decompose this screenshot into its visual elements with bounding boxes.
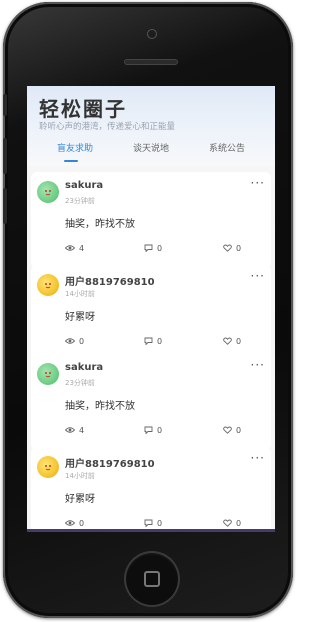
views-count: 0 [79,518,85,528]
likes-count: 0 [236,518,242,528]
phone-volume-up-button [3,138,7,174]
screen-bottom-bar [27,529,275,532]
likes-count: 0 [236,425,242,435]
post-timestamp: 14小时前 [65,472,95,480]
earpiece-speaker [124,59,178,65]
home-button[interactable] [124,551,180,607]
post-username[interactable]: sakura [65,180,103,191]
avatar-face-icon [45,190,51,196]
post-username[interactable]: sakura [65,362,103,373]
post-content: 抽奖，昨找不放 [65,401,135,412]
views-stat: 0 [65,517,84,529]
views-count: 4 [79,425,85,435]
tab-chat[interactable]: 谈天说地 [133,141,169,154]
likes-stat[interactable]: 0 [223,517,241,529]
app-screen: 轻松圈子 聆听心声的港湾，传递爱心和正能量 盲友求助 谈天说地 系统公告 sak… [27,86,275,532]
comments-count: 0 [157,425,163,435]
eye-icon [65,245,75,251]
more-dots-icon[interactable]: ··· [251,176,265,190]
comments-stat[interactable]: 0 [144,335,162,347]
more-dots-icon[interactable]: ··· [251,451,265,465]
app-header: 轻松圈子 聆听心声的港湾，传递爱心和正能量 盲友求助 谈天说地 系统公告 [27,86,275,166]
avatar-face-icon [45,283,51,289]
phone-volume-down-button [3,188,7,224]
post-card[interactable]: 用户8819769810 14小时前 ··· 好累呀 0 0 0 [31,447,271,532]
eye-icon [65,338,75,344]
heart-icon [223,519,232,527]
likes-stat[interactable]: 0 [223,424,241,436]
comments-count: 0 [157,518,163,528]
likes-stat[interactable]: 0 [223,242,241,254]
eye-icon [65,520,75,526]
comment-icon [144,244,153,252]
post-card[interactable]: 用户8819769810 14小时前 ··· 好累呀 0 0 0 [31,265,271,361]
app-subtitle: 聆听心声的港湾，传递爱心和正能量 [39,122,176,132]
post-content: 抽奖，昨找不放 [65,219,135,230]
avatar-face-icon [45,372,51,378]
tab-bar: 盲友求助 谈天说地 系统公告 [27,136,275,162]
comments-stat[interactable]: 0 [144,242,162,254]
heart-icon [223,337,232,345]
comment-icon [144,337,153,345]
more-dots-icon[interactable]: ··· [251,358,265,372]
views-stat: 4 [65,424,84,436]
comment-icon [144,519,153,527]
phone-frame: 轻松圈子 聆听心声的港湾，传递爱心和正能量 盲友求助 谈天说地 系统公告 sak… [3,2,293,618]
comments-count: 0 [157,336,163,346]
post-timestamp: 23分钟前 [65,379,95,387]
app-title: 轻松圈子 [39,97,127,121]
post-timestamp: 23分钟前 [65,197,95,205]
post-timestamp: 14小时前 [65,290,95,298]
post-content: 好累呀 [65,312,95,323]
avatar-face-icon [45,465,51,471]
views-stat: 0 [65,335,84,347]
more-dots-icon[interactable]: ··· [251,269,265,283]
post-username[interactable]: 用户8819769810 [65,273,155,288]
heart-icon [223,244,232,252]
phone-mute-switch [3,94,7,116]
active-tab-indicator [64,160,78,162]
likes-stat[interactable]: 0 [223,335,241,347]
likes-count: 0 [236,336,242,346]
post-card[interactable]: sakura 23分钟前 ··· 抽奖，昨找不放 4 0 0 [31,354,271,450]
eye-icon [65,427,75,433]
tab-help[interactable]: 盲友求助 [57,141,93,154]
post-card[interactable]: sakura 23分钟前 ··· 抽奖，昨找不放 4 0 0 [31,172,271,268]
comments-stat[interactable]: 0 [144,424,162,436]
comments-count: 0 [157,243,163,253]
avatar[interactable] [37,456,59,478]
likes-count: 0 [236,243,242,253]
views-count: 4 [79,243,85,253]
tab-announcements[interactable]: 系统公告 [209,141,245,154]
post-username[interactable]: 用户8819769810 [65,455,155,470]
post-content: 好累呀 [65,494,95,505]
home-square-icon [144,571,160,587]
avatar[interactable] [37,181,59,203]
views-count: 0 [79,336,85,346]
front-camera [147,29,157,39]
heart-icon [223,426,232,434]
comments-stat[interactable]: 0 [144,517,162,529]
avatar[interactable] [37,274,59,296]
avatar[interactable] [37,363,59,385]
views-stat: 4 [65,242,84,254]
comment-icon [144,426,153,434]
